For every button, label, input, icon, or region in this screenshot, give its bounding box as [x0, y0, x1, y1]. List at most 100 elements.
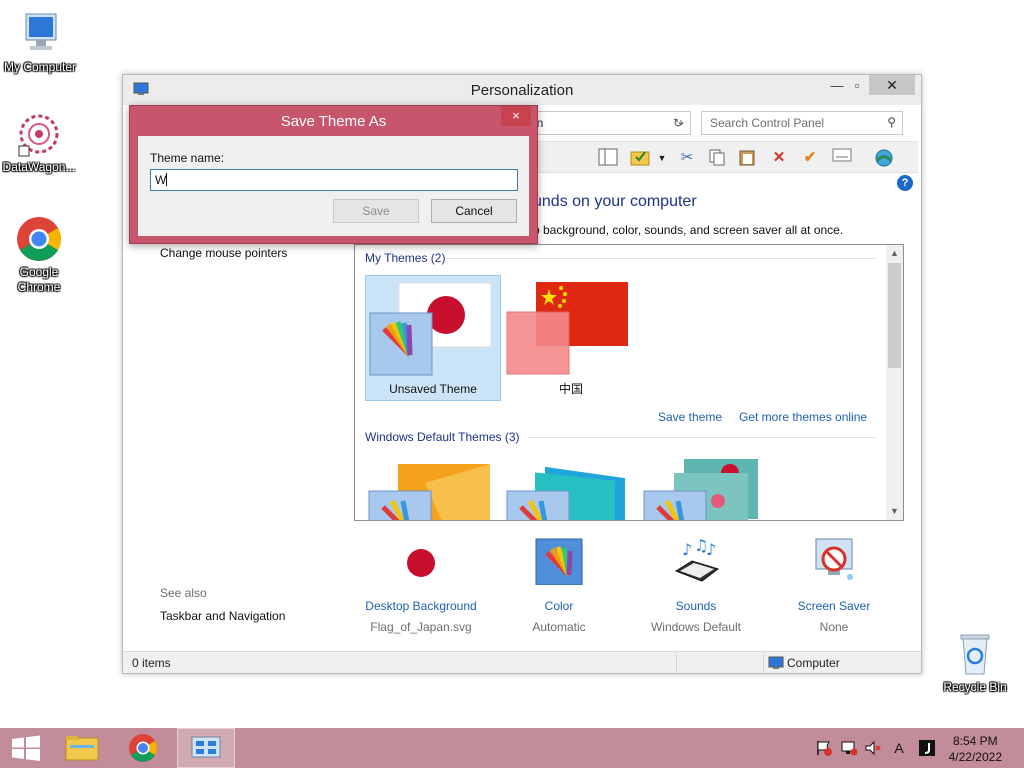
toolbar: ▼ ✂ ✕ ✔: [533, 141, 918, 173]
window-title-bar[interactable]: Personalization — ▫ ✕: [123, 75, 921, 105]
setting-value: Windows Default: [650, 620, 742, 634]
color-setting[interactable]: Color Automatic: [484, 537, 634, 634]
status-bar: 0 items Computer: [123, 651, 921, 673]
setting-value: None: [819, 620, 849, 634]
app-tray-icon[interactable]: [918, 739, 936, 757]
page-heading: unds on your computer: [533, 193, 697, 210]
desktop-background-setting[interactable]: Desktop Background Flag_of_Japan.svg: [346, 537, 496, 634]
taskbar-file-explorer[interactable]: [56, 728, 108, 768]
system-clock[interactable]: 8:54 PM 4/22/2022: [949, 733, 1002, 765]
get-more-themes-link[interactable]: Get more themes online: [739, 410, 867, 424]
cancel-button[interactable]: Cancel: [431, 199, 517, 223]
scroll-down-icon[interactable]: ▼: [886, 503, 903, 520]
properties-icon[interactable]: [831, 148, 853, 168]
theme-preview-lines: [506, 466, 625, 520]
screen-saver-setting[interactable]: Screen Saver None: [759, 537, 909, 634]
theme-unsaved[interactable]: Unsaved Theme: [365, 275, 501, 401]
taskbar: A 8:54 PM 4/22/2022: [0, 728, 1024, 768]
dialog-close-button[interactable]: ×: [501, 106, 531, 126]
refresh-icon[interactable]: ↻: [667, 112, 689, 134]
save-button[interactable]: Save: [333, 199, 419, 223]
folder-check-icon[interactable]: [629, 148, 651, 168]
sounds-setting[interactable]: ♪ ♫ ♪ Sounds Windows Default: [621, 536, 771, 634]
setting-value: Automatic: [532, 620, 586, 634]
sounds-icon: ♪ ♫ ♪: [672, 536, 720, 585]
copy-icon[interactable]: [706, 148, 728, 168]
desktop-icon-google-chrome[interactable]: Google Chrome: [0, 215, 79, 295]
item-count: 0 items: [132, 656, 171, 670]
default-themes-label: Windows Default Themes (3): [365, 430, 520, 444]
datawagon-icon: [15, 110, 63, 158]
window-close-button[interactable]: ✕: [869, 75, 915, 95]
setting-name[interactable]: Sounds: [621, 599, 771, 613]
setting-name[interactable]: Desktop Background: [346, 599, 496, 613]
japan-flag-icon: [397, 537, 445, 585]
group-divider: [527, 437, 875, 438]
group-divider: [445, 258, 875, 259]
network-icon[interactable]: [840, 739, 858, 757]
volume-muted-icon[interactable]: [864, 739, 882, 757]
paste-icon[interactable]: [736, 148, 758, 168]
themes-list: My Themes (2) Unsaved Theme 中国 Save them…: [354, 244, 904, 521]
status-separator: [763, 654, 764, 671]
clock-time: 8:54 PM: [952, 734, 998, 748]
theme-windows[interactable]: [365, 453, 501, 520]
theme-name-input[interactable]: W: [150, 169, 518, 191]
cut-icon[interactable]: ✂: [676, 148, 698, 168]
ime-indicator[interactable]: A: [890, 739, 908, 757]
theme-preview-windows: [368, 464, 490, 520]
theme-preview-china: [506, 282, 628, 375]
see-also-label: See also: [160, 586, 207, 600]
control-panel-icon: [191, 736, 221, 758]
theme-name: 中国: [558, 382, 583, 396]
scrollbar-thumb[interactable]: [888, 263, 901, 368]
desktop-icon-label: My Computer: [3, 60, 77, 74]
help-icon[interactable]: ?: [897, 175, 913, 191]
desktop-icon-recycle-bin[interactable]: Recycle Bin: [935, 630, 1015, 695]
globe-icon[interactable]: [873, 148, 895, 168]
clock-date: 4/22/2022: [948, 750, 1002, 764]
search-icon[interactable]: ⚲: [887, 115, 896, 129]
save-theme-link[interactable]: Save theme: [658, 410, 722, 424]
action-center-flag-icon[interactable]: [815, 739, 833, 757]
folder-icon: [65, 736, 99, 761]
my-themes-label: My Themes (2): [365, 251, 446, 265]
theme-preview-japan: [369, 282, 492, 376]
page-subheading: p background, color, sounds, and screen …: [533, 223, 844, 237]
themes-scrollbar[interactable]: ▲ ▼: [886, 245, 903, 520]
desktop-icon-label: Recycle Bin: [943, 680, 1007, 694]
taskbar-navigation-link[interactable]: Taskbar and Navigation: [160, 609, 285, 623]
desktop-icon-label: DataWagon...: [2, 160, 76, 174]
start-button[interactable]: [0, 728, 52, 768]
theme-china[interactable]: 中国: [503, 275, 639, 401]
svg-text:♪: ♪: [682, 540, 692, 559]
address-bar[interactable]: on ⌄: [523, 111, 691, 135]
layout-icon[interactable]: [597, 148, 619, 168]
theme-flowers[interactable]: [640, 453, 776, 520]
theme-name-value: W: [155, 173, 167, 187]
delete-icon[interactable]: ✕: [768, 148, 790, 168]
theme-lines-and-colors[interactable]: [503, 453, 639, 520]
setting-name[interactable]: Screen Saver: [759, 599, 909, 613]
taskbar-control-panel[interactable]: [177, 728, 235, 768]
change-mouse-pointers-link[interactable]: Change mouse pointers: [160, 246, 287, 260]
desktop-icon-datawagon[interactable]: DataWagon...: [0, 110, 79, 175]
desktop-icon-my-computer[interactable]: My Computer: [0, 10, 80, 75]
dropdown-arrow-icon[interactable]: ▼: [651, 148, 673, 168]
chrome-icon: [129, 734, 157, 762]
desktop-icon-label: Google Chrome: [17, 265, 61, 294]
maximize-button[interactable]: ▫: [843, 75, 871, 97]
setting-value: Flag_of_Japan.svg: [370, 620, 472, 634]
checkmark-icon[interactable]: ✔: [799, 148, 821, 168]
screen-saver-icon: [810, 537, 858, 585]
dialog-title: Save Theme As: [280, 113, 387, 130]
scroll-up-icon[interactable]: ▲: [886, 245, 903, 262]
color-palette-icon: [535, 537, 583, 586]
dialog-body: Theme name: W Save Cancel: [138, 136, 529, 236]
search-input[interactable]: Search Control Panel ⚲: [701, 111, 903, 135]
computer-small-icon: [768, 655, 784, 674]
text-cursor: [166, 173, 168, 186]
recycle-bin-icon: [951, 630, 999, 678]
taskbar-chrome[interactable]: [117, 728, 169, 768]
setting-name[interactable]: Color: [484, 599, 634, 613]
